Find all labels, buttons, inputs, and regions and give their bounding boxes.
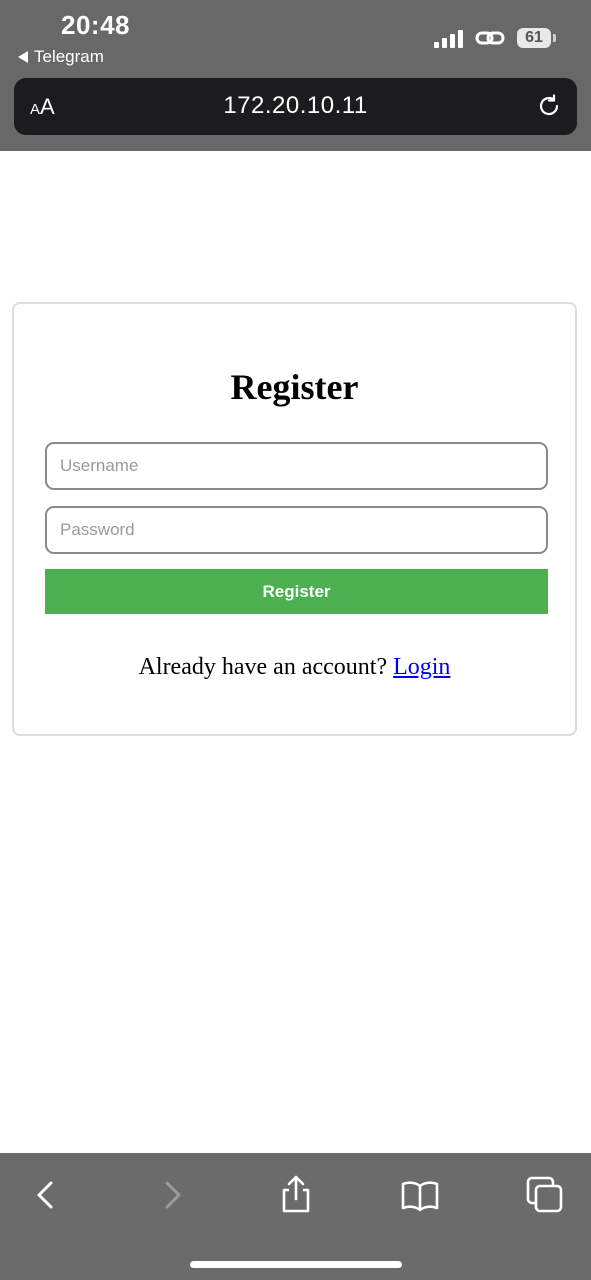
address-bar[interactable]: AA 172.20.10.11 (14, 78, 577, 135)
login-link[interactable]: Login (393, 654, 450, 680)
back-app-label: Telegram (34, 47, 104, 66)
username-input[interactable] (45, 442, 548, 490)
page-title: Register (230, 367, 359, 407)
register-card: Register Register Already have an accoun… (12, 302, 577, 736)
browser-address-area: AA 172.20.10.11 (0, 78, 591, 151)
back-triangle-icon (18, 51, 28, 63)
register-button[interactable]: Register (45, 569, 548, 614)
forward-icon (165, 1181, 181, 1209)
back-to-app-button[interactable]: Telegram (18, 47, 104, 67)
signal-icon (434, 28, 463, 48)
bookmarks-icon[interactable] (400, 1175, 440, 1215)
home-indicator (190, 1261, 402, 1268)
browser-toolbar (0, 1153, 591, 1280)
status-bar: 20:48 Telegram 61 (0, 0, 591, 78)
tabs-icon[interactable] (525, 1175, 565, 1215)
status-icons: 61 (434, 28, 556, 48)
reload-icon[interactable] (535, 92, 563, 120)
battery-icon: 61 (517, 28, 556, 48)
login-prompt: Already have an account? Login (14, 654, 575, 681)
status-time: 20:48 (61, 10, 130, 40)
battery-level: 61 (525, 29, 543, 46)
login-prompt-text: Already have an account? (138, 654, 394, 680)
url-text[interactable]: 172.20.10.11 (14, 92, 577, 120)
password-input[interactable] (45, 506, 548, 554)
share-icon[interactable] (276, 1175, 316, 1215)
link-icon (475, 31, 505, 45)
back-icon[interactable] (26, 1175, 66, 1215)
